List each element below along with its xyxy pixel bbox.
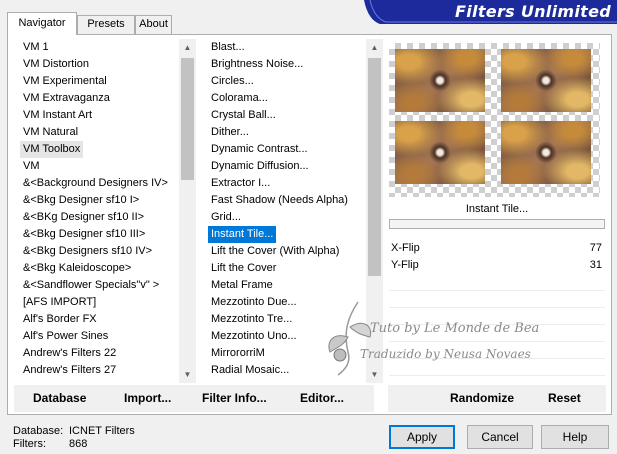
tab-about[interactable]: About [135,15,172,34]
preview-tile [501,49,591,112]
effect-progress-bar [389,219,605,229]
effect-name: Instant Tile... [465,203,529,215]
import-button[interactable]: Import... [124,385,171,412]
category-list-item[interactable]: &<Bkg Designer sf10 III> [20,226,180,243]
filters-unlimited-banner: Filters Unlimited [364,0,617,24]
category-scroll-thumb[interactable] [181,58,194,180]
filter-list-item[interactable]: Instant Tile... [208,226,276,243]
status-value: 868 [69,438,88,450]
filter-list-item[interactable]: Grid... [208,209,366,226]
status-value: ICNET Filters [69,425,135,437]
empty-parameter-row [389,291,605,308]
category-list-item[interactable]: VM 1 [20,39,180,56]
editor-button[interactable]: Editor... [300,385,344,412]
parameter-label: X-Flip [391,242,420,254]
category-list-item[interactable]: Alf's Border FX [20,311,180,328]
category-list-item[interactable]: &<BKg Designer sf10 II> [20,209,180,226]
randomize-button[interactable]: Randomize [450,385,514,412]
apply-button[interactable]: Apply [389,425,455,449]
category-list-item[interactable]: &<Bkg Designers sf10 IV> [20,243,180,260]
category-list-item[interactable]: &<Bkg Designer sf10 I> [20,192,180,209]
status-label: Database: [13,425,64,437]
category-list-item[interactable]: Andrew's Filters 27 [20,362,180,379]
empty-parameter-row [389,274,605,291]
watermark-line-1: Tuto by Le Monde de Bea [370,321,540,336]
category-list-item[interactable]: VM Natural [20,124,180,141]
status-label: Filters: [13,438,46,450]
filter-scroll-thumb[interactable] [368,58,381,276]
category-list-item[interactable]: Andrew's Filters 22 [20,345,180,362]
parameter-label: Y-Flip [391,259,419,271]
database-button[interactable]: Database [33,385,86,412]
filter-list-item[interactable]: Dynamic Contrast... [208,141,366,158]
parameter-value: 31 [589,259,602,271]
parameter-row-y-flip[interactable]: Y-Flip 31 [389,257,605,274]
filter-list-item[interactable]: Lift the Cover [208,260,366,277]
empty-parameter-row [389,359,605,376]
category-list-item[interactable]: Alf's Power Sines [20,328,180,345]
preview-tile [395,49,485,112]
category-scrollbar[interactable]: ▲ ▼ [179,39,196,383]
filter-list-item[interactable]: Dither... [208,124,366,141]
category-list[interactable]: VM 1 VM Distortion VM Experimental VM Extra… [20,39,180,383]
preview-image [389,43,600,197]
preview-tile [501,121,591,184]
parameter-action-bar: Randomize Reset [388,385,606,412]
flower-watermark-icon [328,301,372,376]
filter-list-item[interactable]: Circles... [208,73,366,90]
category-list-item[interactable]: VM Toolbox [20,141,84,158]
filter-info-button[interactable]: Filter Info... [202,385,267,412]
filter-list-item[interactable]: Dynamic Diffusion... [208,158,366,175]
category-list-item[interactable]: [AFS IMPORT] [20,294,180,311]
triangle-up-icon[interactable]: ▲ [179,39,196,56]
help-button[interactable]: Help [541,425,609,449]
status-database: Database: ICNET Filters [13,425,135,438]
parameter-value: 77 [589,242,602,254]
category-list-item[interactable]: &<Bkg Kaleidoscope> [20,260,180,277]
category-list-item[interactable]: VM Experimental [20,73,180,90]
list-action-bar: Database Import... Filter Info... Editor… [14,385,374,412]
filter-list-item[interactable]: Blast... [208,39,366,56]
category-list-item[interactable]: &<Background Designers IV> [20,175,180,192]
watermark-line-2: Traduzido by Neusa Novaes [360,347,531,361]
preview-tile [395,121,485,184]
filter-list-item[interactable]: Lift the Cover (With Alpha) [208,243,366,260]
banner-title: Filters Unlimited [455,2,611,21]
tab-presets[interactable]: Presets [77,15,135,34]
tab-navigator[interactable]: Navigator [7,12,77,35]
triangle-down-icon[interactable]: ▼ [179,366,196,383]
cancel-button[interactable]: Cancel [467,425,533,449]
category-list-item[interactable]: VM Distortion [20,56,180,73]
filter-panel: VM 1 VM Distortion VM Experimental VM Extra… [7,34,612,415]
category-list-item[interactable]: &<Sandflower Specials"v" > [20,277,180,294]
triangle-up-icon[interactable]: ▲ [366,39,383,56]
filter-list-item[interactable]: Extractor I... [208,175,366,192]
status-filters: Filters: 868 [13,438,87,451]
reset-button[interactable]: Reset [548,385,581,412]
filter-list-item[interactable]: Crystal Ball... [208,107,366,124]
filter-list-item[interactable]: Metal Frame [208,277,366,294]
filter-list-item[interactable]: Colorama... [208,90,366,107]
category-list-item[interactable]: VM Extravaganza [20,90,180,107]
filter-list-item[interactable]: Fast Shadow (Needs Alpha) [208,192,366,209]
parameter-row-x-flip[interactable]: X-Flip 77 [389,240,605,257]
filter-list-item[interactable]: Brightness Noise... [208,56,366,73]
category-list-item[interactable]: VM [20,158,180,175]
category-list-item[interactable]: VM Instant Art [20,107,180,124]
